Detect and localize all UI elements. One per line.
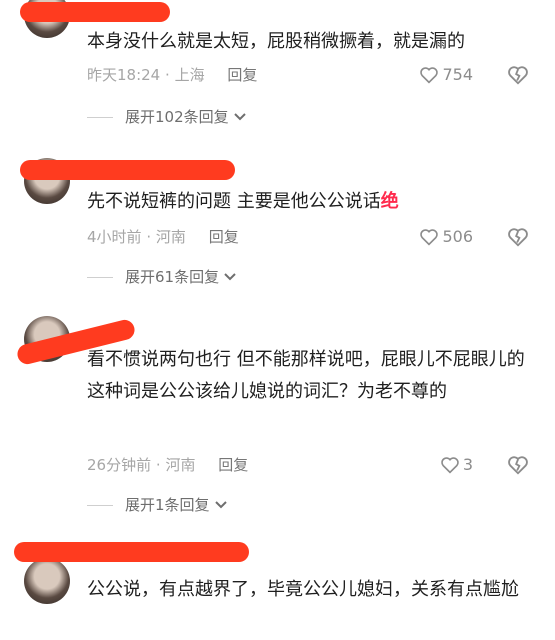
expand-replies-label: 展开61条回复 (125, 268, 220, 286)
comment-meta: 4小时前 · 河南 回复 (87, 226, 239, 248)
comment-meta: 昨天18:24 · 上海 回复 (87, 64, 257, 86)
comment-text-row: 先不说短裤的问题 主要是他公公说话绝 (87, 186, 537, 218)
heart-outline-icon (420, 229, 439, 246)
like-button[interactable]: 754 (419, 64, 473, 86)
redacted-username (14, 542, 249, 562)
comment-time: 昨天18:24 (87, 66, 161, 84)
expand-replies-button[interactable]: 展开1条回复 (87, 494, 228, 516)
reply-button[interactable]: 回复 (218, 456, 248, 474)
comment-text: 看不惯说两句也行 但不能那样说吧，屁眼儿不屁眼儿的这种词是公公该给儿媳说的词汇？… (87, 349, 525, 402)
heart-outline-icon (420, 67, 439, 84)
like-button[interactable]: 3 (440, 454, 473, 476)
divider-line (87, 276, 113, 278)
like-count: 754 (442, 65, 473, 84)
broken-heart-icon[interactable] (507, 226, 529, 248)
comment-location: 上海 (174, 66, 205, 84)
comment-location: 河南 (165, 456, 196, 474)
separator: · (155, 456, 161, 474)
comment-text: 先不说短裤的问题 主要是他公公说话 (87, 191, 381, 212)
redacted-username (20, 2, 170, 22)
reply-button[interactable]: 回复 (227, 66, 257, 84)
divider-line (87, 504, 113, 506)
separator: · (146, 228, 152, 246)
separator: · (165, 66, 170, 84)
chevron-down-icon (233, 113, 246, 121)
expand-replies-label: 展开1条回复 (125, 496, 210, 514)
comment-emphasis: 绝 (380, 191, 399, 212)
redacted-username (20, 160, 235, 180)
comment-text: 公公说，有点越界了，毕竟公公儿媳妇，关系有点尴尬 (87, 579, 519, 600)
like-button[interactable]: 506 (419, 226, 473, 248)
like-count: 3 (462, 455, 473, 474)
heart-outline-icon (441, 457, 459, 474)
comment-meta: 26分钟前 · 河南 回复 (87, 454, 248, 476)
divider-line (87, 116, 113, 118)
chevron-down-icon (214, 501, 227, 509)
reply-button[interactable]: 回复 (209, 228, 239, 246)
expand-replies-label: 展开102条回复 (125, 108, 229, 126)
comment-time: 4小时前 (87, 228, 142, 246)
comment-location: 河南 (155, 228, 186, 246)
chevron-down-icon (224, 273, 236, 281)
comment-text: 本身没什么就是太短，屁股稍微撅着，就是漏的 (87, 31, 465, 52)
like-count: 506 (442, 227, 473, 246)
expand-replies-button[interactable]: 展开61条回复 (87, 266, 237, 288)
comment-time: 26分钟前 (87, 456, 152, 474)
expand-replies-button[interactable]: 展开102条回复 (87, 106, 247, 128)
avatar[interactable] (24, 558, 70, 604)
broken-heart-icon[interactable] (507, 454, 529, 476)
broken-heart-icon[interactable] (507, 64, 529, 86)
